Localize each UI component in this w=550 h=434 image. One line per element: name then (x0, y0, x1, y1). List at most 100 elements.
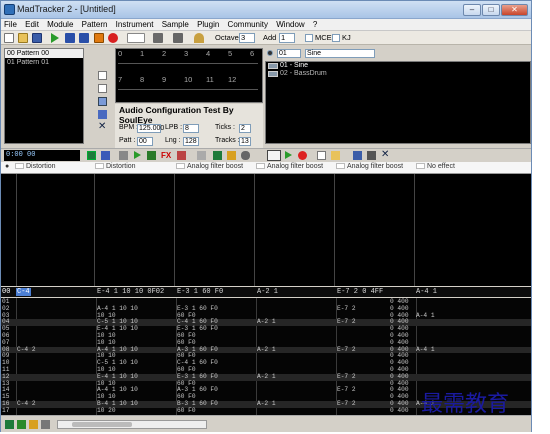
pattern-cell[interactable]: 10 20 (97, 407, 116, 415)
pattern-cell[interactable]: E-7 2 (337, 305, 356, 313)
mce-checkbox[interactable] (305, 34, 313, 42)
pattern-cell[interactable]: 60 F0 (177, 407, 196, 415)
open-icon[interactable] (18, 33, 28, 43)
record-mode-icon[interactable] (119, 151, 128, 160)
mute-icon[interactable] (197, 151, 206, 160)
pattern-cell[interactable]: A-2 1 (257, 287, 278, 297)
lng-input[interactable]: 128 (183, 137, 199, 146)
delete-icon[interactable]: ✕ (381, 150, 390, 160)
pattern-properties-icon[interactable] (98, 110, 107, 119)
add-effect-icon[interactable]: ● (5, 163, 9, 170)
effect-slot[interactable]: Distortion (15, 163, 56, 170)
close-button[interactable]: ✕ (501, 4, 528, 16)
play-pattern-icon[interactable] (65, 33, 75, 43)
pattern-cell[interactable]: A-2 1 (257, 373, 276, 381)
menu-instrument[interactable]: Instrument (113, 19, 157, 31)
play-track-icon[interactable] (134, 151, 141, 159)
settings-icon[interactable] (241, 151, 250, 160)
play-from-icon[interactable] (79, 33, 89, 43)
envelope-icon[interactable] (177, 151, 186, 160)
add-track-icon[interactable] (147, 151, 156, 160)
pattern-cell[interactable]: E-3 1 60 F0 (177, 287, 223, 297)
stop-icon[interactable] (94, 33, 104, 43)
pattern-cell[interactable]: E-7 2 (337, 373, 356, 381)
pattern-cell[interactable]: E-7 2 0 4FF (337, 287, 383, 297)
list-item[interactable]: 01 - Sine (266, 62, 530, 70)
save-icon[interactable] (353, 151, 362, 160)
pattern-cell[interactable]: E-7 2 (337, 386, 356, 394)
menu-file[interactable]: File (1, 19, 20, 31)
menu-edit[interactable]: Edit (22, 19, 42, 31)
status-icon[interactable] (41, 420, 50, 429)
patt-input[interactable]: 00 (137, 137, 153, 146)
tools-icon[interactable] (194, 33, 204, 43)
list-item[interactable]: 02 - BassDrum (266, 70, 530, 78)
add-pattern-icon[interactable] (98, 71, 107, 80)
pattern-cell[interactable]: A-2 1 (257, 400, 276, 408)
fx-icon[interactable]: FX (161, 151, 171, 160)
mixer-icon[interactable] (227, 151, 236, 160)
pattern-cell[interactable]: E-4 1 10 10 0F02 (97, 287, 164, 297)
octave-input[interactable]: 3 (239, 33, 255, 43)
play-icon[interactable] (51, 33, 59, 43)
status-icon[interactable] (29, 420, 38, 429)
minimize-button[interactable]: – (463, 4, 481, 16)
effect-slot[interactable]: Analog filter boost (256, 163, 323, 170)
maximize-button[interactable]: □ (482, 4, 500, 16)
copy-pattern-icon[interactable] (98, 84, 107, 93)
pattern-view-icon[interactable] (267, 150, 281, 161)
ticks-input[interactable]: 2 (239, 124, 251, 133)
effect-slot[interactable]: Distortion (95, 163, 136, 170)
menu-pattern[interactable]: Pattern (79, 19, 111, 31)
menu-help[interactable]: ? (310, 19, 320, 31)
render-icon[interactable] (173, 33, 183, 43)
save-icon[interactable] (32, 33, 42, 43)
menu-sample[interactable]: Sample (159, 19, 192, 31)
lpb-input[interactable]: 8 (183, 124, 199, 133)
pattern-cell[interactable]: A-4 1 (416, 346, 435, 354)
kj-checkbox[interactable] (332, 34, 340, 42)
menu-window[interactable]: Window (273, 19, 307, 31)
transpose-icon[interactable] (101, 151, 110, 160)
record-icon[interactable] (108, 33, 118, 43)
clone-pattern-icon[interactable] (98, 97, 107, 106)
pattern-cell[interactable]: A-2 1 (257, 346, 276, 354)
midi-icon[interactable] (127, 33, 145, 43)
new-icon[interactable] (317, 151, 326, 160)
horizontal-scrollbar[interactable] (57, 420, 207, 429)
play-icon[interactable] (285, 151, 292, 159)
menu-community[interactable]: Community (225, 19, 271, 31)
record-icon[interactable] (298, 151, 307, 160)
properties-icon[interactable] (367, 151, 376, 160)
loop-icon[interactable] (87, 151, 96, 160)
menu-plugin[interactable]: Plugin (194, 19, 222, 31)
delete-pattern-icon[interactable]: ✕ (98, 122, 107, 132)
solo-icon[interactable] (213, 151, 222, 160)
add-input[interactable]: 1 (279, 33, 295, 43)
scrollbar-thumb[interactable] (72, 422, 132, 427)
status-icon[interactable] (5, 420, 14, 429)
open-icon[interactable] (331, 151, 340, 160)
instrument-name-input[interactable]: Sine (305, 49, 375, 58)
effect-slot[interactable]: No effect (416, 163, 455, 170)
pattern-cell[interactable]: A-4 1 (416, 287, 437, 297)
new-icon[interactable] (4, 33, 14, 43)
tracks-input[interactable]: 13 (239, 137, 251, 146)
list-item[interactable]: 00 Pattern 00 (5, 49, 83, 58)
menu-module[interactable]: Module (44, 19, 76, 31)
pattern-cell[interactable]: E-7 2 (337, 318, 356, 326)
instrument-number-select[interactable]: 01 (277, 49, 301, 58)
status-icon[interactable] (17, 420, 26, 429)
pattern-cell[interactable]: 0 400 (390, 407, 409, 415)
effect-slot[interactable]: Analog filter boost (336, 163, 403, 170)
pattern-cell[interactable]: E-7 2 (337, 346, 356, 354)
export-icon[interactable] (153, 33, 163, 43)
cursor-cell[interactable]: C-4 (16, 288, 31, 296)
bpm-input[interactable]: 125.000 (137, 124, 164, 133)
pattern-cell[interactable]: C-4 2 (17, 400, 36, 408)
list-item[interactable]: 01 Pattern 01 (5, 58, 83, 67)
pattern-cell[interactable]: E-7 2 (337, 400, 356, 408)
pattern-cell[interactable]: C-4 2 (17, 346, 36, 354)
instrument-radio[interactable] (267, 50, 273, 56)
effect-slot[interactable]: Analog filter boost (176, 163, 243, 170)
